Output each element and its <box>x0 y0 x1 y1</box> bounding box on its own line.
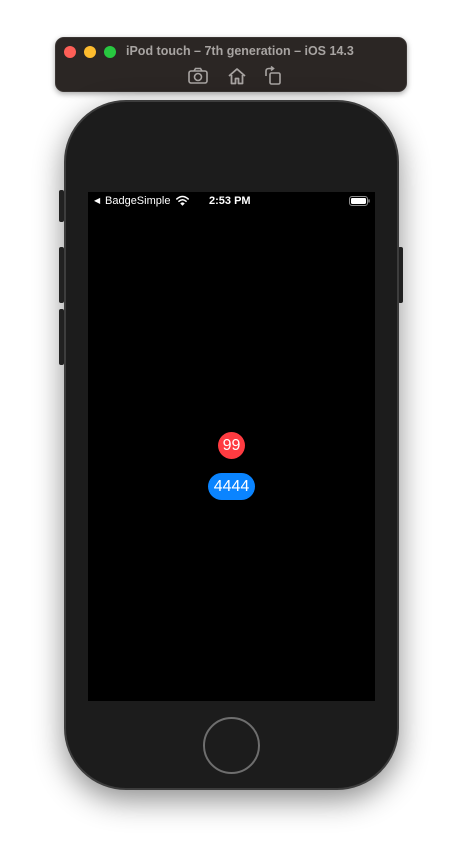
blue-badge: 4444 <box>208 473 255 500</box>
window-title: iPod touch – 7th generation – iOS 14.3 <box>126 44 354 58</box>
back-to-app-link[interactable]: BadgeSimple <box>105 195 170 207</box>
minimize-window-button[interactable] <box>84 46 96 58</box>
camera-icon[interactable] <box>187 66 209 86</box>
wifi-icon <box>176 195 189 206</box>
battery-icon <box>349 196 370 206</box>
red-badge: 99 <box>218 432 245 459</box>
rotate-icon[interactable] <box>262 66 284 86</box>
close-window-button[interactable] <box>64 46 76 58</box>
home-icon[interactable] <box>226 66 248 86</box>
simulator-canvas: iPod touch – 7th generation – iOS 14.3 ◀… <box>0 0 463 865</box>
simulator-titlebar: iPod touch – 7th generation – iOS 14.3 <box>55 37 407 92</box>
status-bar: ◀ BadgeSimple 2:53 PM <box>88 192 375 210</box>
zoom-window-button[interactable] <box>104 46 116 58</box>
back-arrow-icon[interactable]: ◀ <box>94 196 100 205</box>
device-screen: ◀ BadgeSimple 2:53 PM 99 4444 <box>88 192 375 701</box>
device-home-button[interactable] <box>203 717 260 774</box>
status-time: 2:53 PM <box>209 195 251 207</box>
